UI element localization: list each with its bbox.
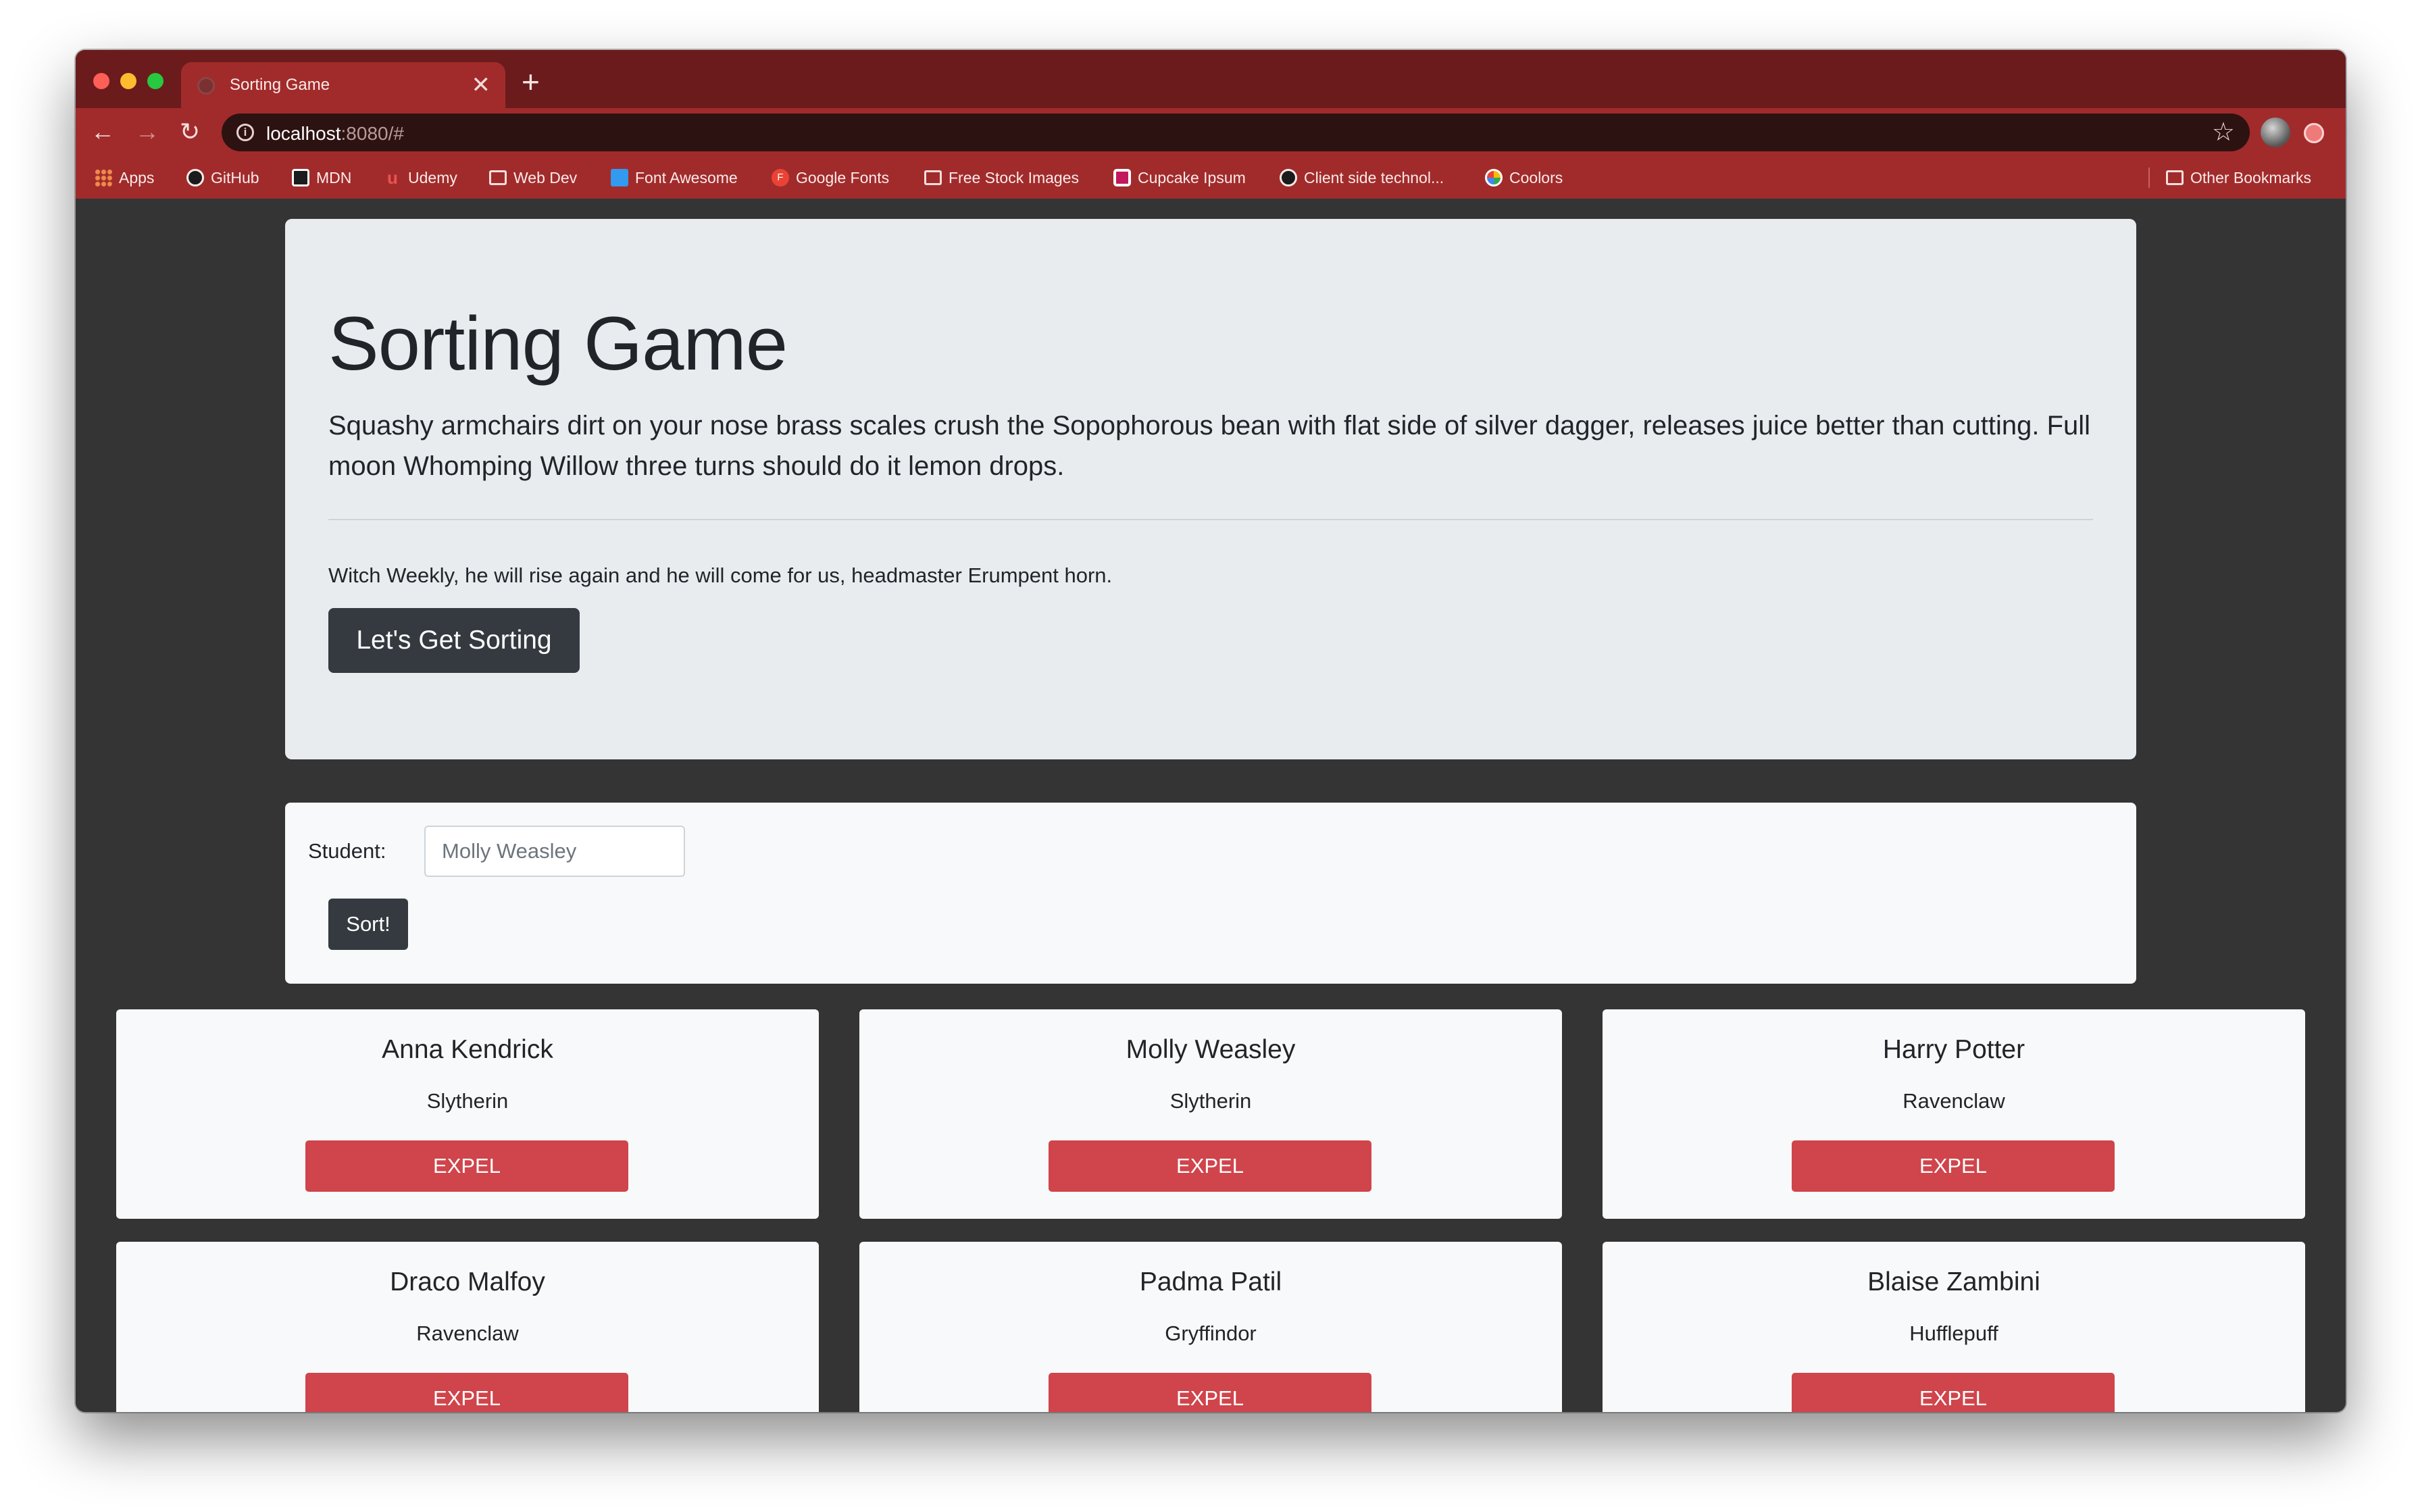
url-text[interactable]: localhost:8080/# bbox=[266, 123, 404, 145]
bookmark-mdn[interactable]: MDN bbox=[292, 166, 351, 189]
bookmark-label: GitHub bbox=[211, 168, 259, 186]
student-label: Student: bbox=[308, 839, 386, 863]
bookmark-label: Udemy bbox=[408, 168, 457, 186]
bookmark-apps[interactable]: Apps bbox=[95, 166, 154, 189]
github-icon bbox=[1280, 169, 1297, 186]
apps-grid-icon bbox=[95, 169, 112, 186]
student-name: Molly Weasley bbox=[1126, 1035, 1296, 1064]
get-sorting-button[interactable]: Let's Get Sorting bbox=[328, 608, 580, 673]
student-name: Anna Kendrick bbox=[382, 1035, 553, 1064]
student-card: Harry Potter Ravenclaw EXPEL bbox=[1603, 1009, 2305, 1219]
student-name: Draco Malfoy bbox=[390, 1267, 545, 1296]
tab-title: Sorting Game bbox=[230, 76, 330, 94]
bookmarks-divider bbox=[2148, 168, 2150, 188]
mdn-icon bbox=[292, 169, 309, 186]
bookmark-google-fonts[interactable]: F Google Fonts bbox=[772, 166, 889, 189]
folder-icon bbox=[2166, 170, 2184, 185]
folder-icon bbox=[489, 170, 507, 185]
bookmark-label: Google Fonts bbox=[796, 168, 890, 186]
lead-paragraph: Squashy armchairs dirt on your nose bras… bbox=[328, 411, 2091, 481]
student-name: Blaise Zambini bbox=[1867, 1267, 2040, 1296]
bookmark-label: Web Dev bbox=[513, 168, 578, 186]
student-house: Hufflepuff bbox=[1909, 1321, 1998, 1345]
bookmark-label: Other Bookmarks bbox=[2190, 168, 2311, 186]
expel-button[interactable]: EXPEL bbox=[1049, 1140, 1371, 1192]
url-host: localhost bbox=[266, 123, 341, 144]
bookmark-free-stock-images[interactable]: Free Stock Images bbox=[924, 166, 1079, 189]
divider bbox=[328, 519, 2093, 520]
coolors-icon bbox=[1485, 169, 1503, 186]
folder-icon bbox=[924, 170, 942, 185]
github-icon bbox=[186, 169, 204, 186]
favicon-icon bbox=[197, 77, 215, 95]
student-card: Molly Weasley Slytherin EXPEL bbox=[859, 1009, 1562, 1219]
student-card: Padma Patil Gryffindor EXPEL bbox=[859, 1242, 1562, 1412]
font-awesome-icon bbox=[611, 169, 628, 186]
close-window-button[interactable] bbox=[93, 73, 109, 89]
expel-button[interactable]: EXPEL bbox=[1792, 1140, 2115, 1192]
student-house: Ravenclaw bbox=[1902, 1089, 2005, 1113]
maximize-window-button[interactable] bbox=[147, 73, 163, 89]
intro-text: Witch Weekly, he will rise again and he … bbox=[328, 563, 1113, 587]
student-card: Blaise Zambini Hufflepuff EXPEL bbox=[1603, 1242, 2305, 1412]
bookmark-web-dev[interactable]: Web Dev bbox=[489, 166, 577, 189]
student-house: Slytherin bbox=[1169, 1089, 1252, 1113]
browser-toolbar: ← → ↻ i localhost:8080/# ☆ bbox=[76, 108, 2346, 157]
profile-avatar-icon[interactable] bbox=[2261, 118, 2290, 147]
reload-icon[interactable]: ↻ bbox=[180, 115, 200, 149]
page-title: Sorting Game bbox=[328, 301, 788, 386]
bookmark-font-awesome[interactable]: Font Awesome bbox=[611, 166, 738, 189]
student-name: Padma Patil bbox=[1139, 1267, 1282, 1296]
bookmark-star-icon[interactable]: ☆ bbox=[2212, 118, 2235, 147]
minimize-window-button[interactable] bbox=[120, 73, 136, 89]
sort-button[interactable]: Sort! bbox=[328, 899, 408, 950]
student-card: Draco Malfoy Ravenclaw EXPEL bbox=[116, 1242, 819, 1412]
bookmark-label: Client side technol... bbox=[1304, 168, 1444, 186]
bookmark-label: MDN bbox=[316, 168, 352, 186]
expel-button[interactable]: EXPEL bbox=[1792, 1373, 2115, 1412]
extension-icon[interactable] bbox=[2304, 123, 2324, 143]
bookmark-udemy[interactable]: u Udemy bbox=[384, 166, 457, 189]
tab-strip: Sorting Game ✕ + bbox=[76, 50, 2346, 108]
info-icon[interactable]: i bbox=[236, 124, 254, 141]
cupcake-icon bbox=[1113, 169, 1131, 186]
student-name: Harry Potter bbox=[1882, 1035, 2025, 1064]
student-card: Anna Kendrick Slytherin EXPEL bbox=[116, 1009, 819, 1219]
forward-arrow-icon[interactable]: → bbox=[135, 115, 159, 149]
udemy-icon: u bbox=[387, 168, 398, 188]
student-house: Slytherin bbox=[426, 1089, 509, 1113]
bookmark-label: Font Awesome bbox=[635, 168, 738, 186]
page-content: Sorting Game Squashy armchairs dirt on y… bbox=[76, 199, 2346, 1412]
bookmark-cupcake-ipsum[interactable]: Cupcake Ipsum bbox=[1113, 166, 1246, 189]
bookmarks-bar: Apps GitHub MDN u Udemy Web Dev Font Awe… bbox=[76, 157, 2346, 199]
jumbotron: Sorting Game Squashy armchairs dirt on y… bbox=[285, 219, 2136, 759]
student-name-input[interactable]: Molly Weasley bbox=[424, 826, 685, 877]
url-port-path: :8080/# bbox=[341, 123, 404, 144]
bookmark-label: Apps bbox=[119, 168, 155, 186]
bookmark-label: Coolors bbox=[1509, 168, 1563, 186]
bookmark-client-side[interactable]: Client side technol... bbox=[1280, 166, 1444, 189]
expel-button[interactable]: EXPEL bbox=[305, 1140, 628, 1192]
bookmark-coolors[interactable]: Coolors bbox=[1485, 166, 1563, 189]
expel-button[interactable]: EXPEL bbox=[305, 1373, 628, 1412]
close-tab-icon[interactable]: ✕ bbox=[472, 72, 491, 99]
new-tab-button[interactable]: + bbox=[522, 66, 540, 97]
bookmark-label: Cupcake Ipsum bbox=[1138, 168, 1246, 186]
address-bar[interactable]: i localhost:8080/# ☆ bbox=[222, 114, 2250, 151]
bookmark-github[interactable]: GitHub bbox=[186, 166, 259, 189]
google-fonts-icon: F bbox=[772, 169, 789, 186]
bookmark-label: Free Stock Images bbox=[949, 168, 1080, 186]
browser-window: Sorting Game ✕ + ← → ↻ i localhost:8080/… bbox=[76, 50, 2346, 1412]
back-arrow-icon[interactable]: ← bbox=[91, 115, 115, 149]
bookmark-other[interactable]: Other Bookmarks bbox=[2166, 166, 2311, 189]
student-house: Ravenclaw bbox=[416, 1321, 519, 1345]
browser-tab[interactable]: Sorting Game ✕ bbox=[181, 62, 505, 108]
student-house: Gryffindor bbox=[1165, 1321, 1257, 1345]
sort-form: Student: Molly Weasley Sort! bbox=[285, 803, 2136, 984]
expel-button[interactable]: EXPEL bbox=[1049, 1373, 1371, 1412]
